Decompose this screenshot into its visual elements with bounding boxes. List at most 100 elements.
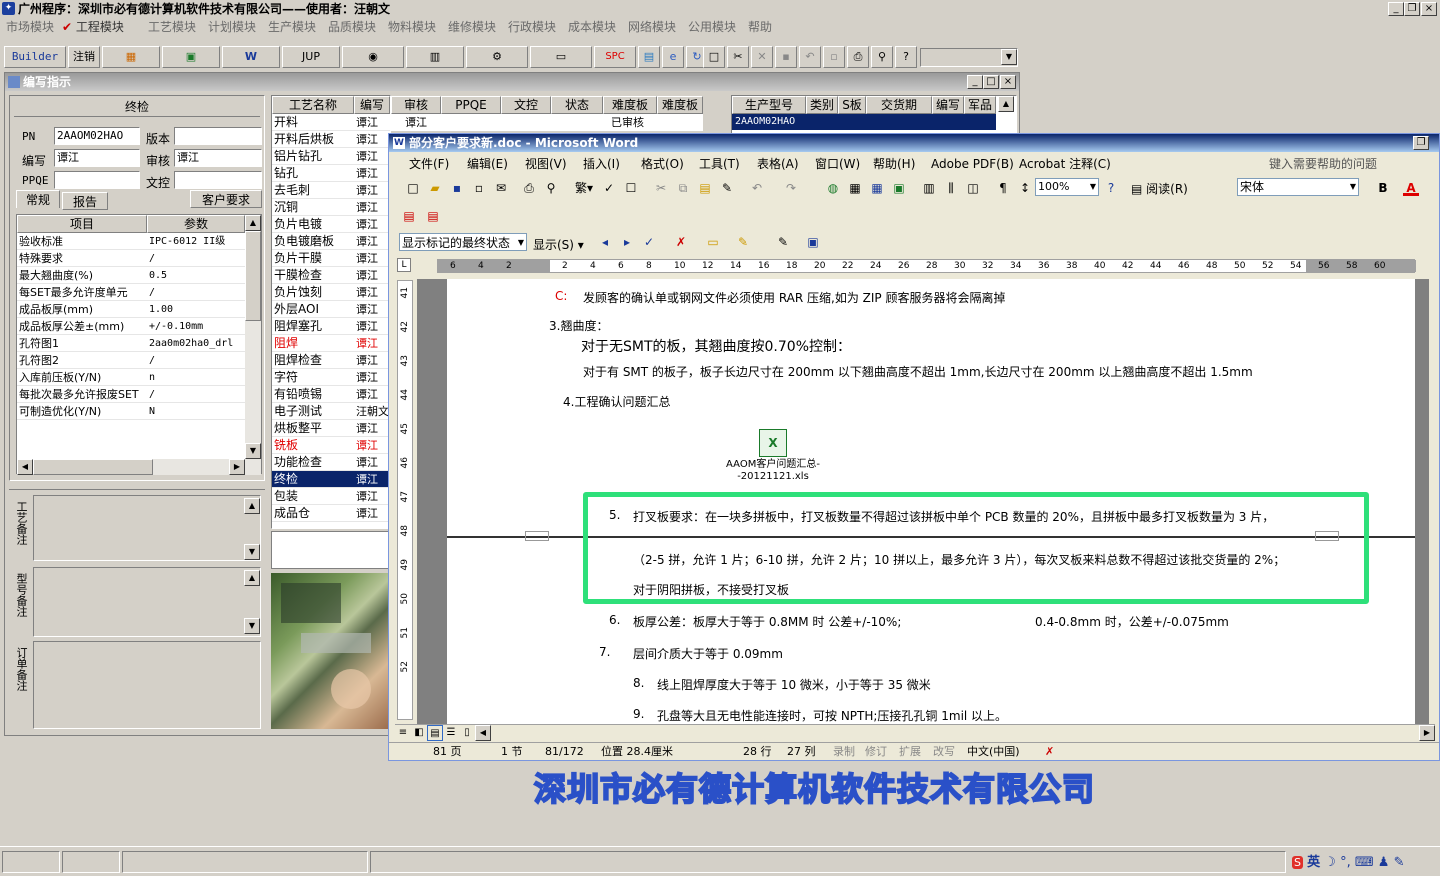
redo-icon[interactable]: ↷ [783,180,799,196]
bold-icon[interactable]: B [1375,180,1391,196]
zoom-select[interactable]: 100% ▼ [1035,178,1099,196]
param-row[interactable]: 成品板厚(mm) 1.00 [17,301,245,318]
param-row[interactable]: 成品板厚公差±(mm) +/-0.10mm [17,318,245,335]
keyboard-icon[interactable]: ⌨ [1355,855,1374,870]
process-row[interactable]: 烘板整平 谭江 [272,420,390,437]
print-view-icon[interactable]: ▤ [427,725,443,741]
help-search-input[interactable]: 键入需要帮助的问题 [1269,154,1377,174]
track-changes-icon[interactable]: ✎ [775,234,791,250]
version-field[interactable] [174,127,262,145]
new-doc-icon[interactable]: □ [703,46,725,68]
process-row[interactable]: 去毛刺 谭江 [272,182,390,199]
wrench-icon[interactable]: ✎ [1394,855,1405,870]
normal-view-icon[interactable]: ≡ [395,725,411,741]
menu-admin[interactable]: 行政模块 [508,18,556,37]
help-icon[interactable]: ? [1103,180,1119,196]
process-row[interactable]: 外层AOI 谭江 [272,301,390,318]
status-ovr[interactable]: 改写 [933,743,955,760]
cut-icon[interactable]: ✂ [727,46,749,68]
scroll-down-icon[interactable]: ▼ [245,443,261,459]
param-row[interactable]: 最大翘曲度(%) 0.5 [17,267,245,284]
word-menu-table[interactable]: 表格(A) [757,154,799,174]
show-hide-icon[interactable]: ¶ [995,180,1011,196]
preview-icon[interactable]: ▫ [823,46,845,68]
print-icon[interactable]: ⎙ [847,46,869,68]
process-row[interactable]: 开料 谭江 [272,114,390,131]
sort-icon[interactable]: ↕ [1017,180,1033,196]
scroll-left-icon[interactable]: ◀ [17,459,33,475]
undo-icon[interactable]: ↶ [749,180,765,196]
process-row[interactable]: 干膜检查 谭江 [272,267,390,284]
insert-excel-icon[interactable]: ▣ [891,180,907,196]
menu-plan[interactable]: 计划模块 [208,18,256,37]
close-button[interactable]: × [1421,2,1437,16]
process-row[interactable]: 铝片钻孔 谭江 [272,148,390,165]
param-row[interactable]: 孔符图1 2aa0m02ha0_drl [17,335,245,352]
status-ext[interactable]: 扩展 [899,743,921,760]
user-icon[interactable]: ♟ [1378,855,1390,870]
param-row[interactable]: 每批次最多允许报废SET / [17,386,245,403]
tab-customer-req[interactable]: 客户要求 [190,190,262,208]
word-hscroll[interactable]: ≡ ◧ ▤ ☰ ▯ ◀ ▶ [395,724,1435,741]
process-row[interactable]: 功能检查 谭江 [272,454,390,471]
word-menu-format[interactable]: 格式(O) [641,154,684,174]
calc-icon[interactable]: ▦ [102,46,160,68]
param-row[interactable]: 可制造优化(Y/N) N [17,403,245,420]
jup-button[interactable]: JUP [282,46,340,68]
builder-button[interactable]: Builder [4,46,66,68]
child-close-button[interactable]: × [1000,75,1016,89]
excel-icon[interactable]: ▣ [162,46,220,68]
status-rec[interactable]: 录制 [833,743,855,760]
prod-row[interactable]: 2AAOM02HAO [732,114,996,130]
toolbar-combo[interactable]: ▼ [920,48,1018,67]
process-row[interactable]: 电子测试 汪朝文 [272,403,390,420]
word-menu-help[interactable]: 帮助(H) [873,154,915,174]
delete-icon[interactable]: ✕ [751,46,773,68]
copy-icon[interactable]: ⧉ [675,180,691,196]
paste-icon[interactable]: ▤ [697,180,713,196]
vertical-ruler[interactable]: 41 42 43 44 45 46 47 48 49 50 51 52 [397,280,413,720]
web-view-icon[interactable]: ◧ [411,725,427,741]
research-icon[interactable]: ☐ [623,180,639,196]
menu-public[interactable]: 公用模块 [688,18,736,37]
hscroll-thumb[interactable] [33,459,153,475]
gears-icon[interactable]: ⚙ [466,46,528,68]
ie-icon[interactable]: e [662,46,684,68]
menu-help[interactable]: 帮助 [748,18,772,37]
pn-field[interactable]: 2AAOM02HAO [54,127,140,145]
process-row[interactable]: 成品仓 谭江 [272,505,390,522]
param-row[interactable]: 特殊要求 / [17,250,245,267]
menu-material[interactable]: 物料模块 [388,18,436,37]
menu-cost[interactable]: 成本模块 [568,18,616,37]
word-icon[interactable]: W [222,46,280,68]
horizontal-ruler[interactable]: 6 4 2 2 4 6 8 10 12 14 16 18 20 22 24 26 28 30 32 34 36 38 40 4… [437,259,1416,273]
logout-button[interactable]: 注销 [68,46,100,68]
tab-stop-icon[interactable]: L [397,258,411,272]
reviewer-field[interactable]: 谭江 [174,149,262,167]
drawing-icon[interactable]: ⫼ [943,180,959,196]
status-trk[interactable]: 修订 [865,743,887,760]
print-icon[interactable]: ⎙ [521,180,537,196]
cut-icon[interactable]: ✂ [653,180,669,196]
word-menu-insert[interactable]: 插入(I) [583,154,620,174]
tab-general[interactable]: 常规 [16,190,60,208]
child-minimize-button[interactable]: _ [967,75,983,89]
minimize-button[interactable]: _ [1388,2,1404,16]
doc-control-field[interactable] [174,171,262,189]
spc-button[interactable]: SPC [594,46,636,68]
process-row[interactable]: 阻焊检查 谭江 [272,352,390,369]
database-icon[interactable]: ▥ [406,46,464,68]
word-menu-view[interactable]: 视图(V) [525,154,567,174]
process-row[interactable]: 阻焊 谭江 [272,335,390,352]
format-painter-icon[interactable]: ✎ [719,180,735,196]
binoculars-icon[interactable]: ⚲ [871,46,893,68]
param-row[interactable]: 入库前压板(Y/N) n [17,369,245,386]
chevron-down-icon[interactable]: ▼ [1001,49,1017,65]
word-menu-file[interactable]: 文件(F) [409,154,449,174]
next-change-icon[interactable]: ▸ [619,234,635,250]
columns-icon[interactable]: ▥ [921,180,937,196]
menu-process[interactable]: 工艺模块 [148,18,196,37]
attachment-label[interactable]: AAOM客户问题汇总- -20121121.xls [713,459,833,483]
reading-view-icon[interactable]: ▯ [459,725,475,741]
scroll-up-icon[interactable]: ▲ [244,498,260,514]
